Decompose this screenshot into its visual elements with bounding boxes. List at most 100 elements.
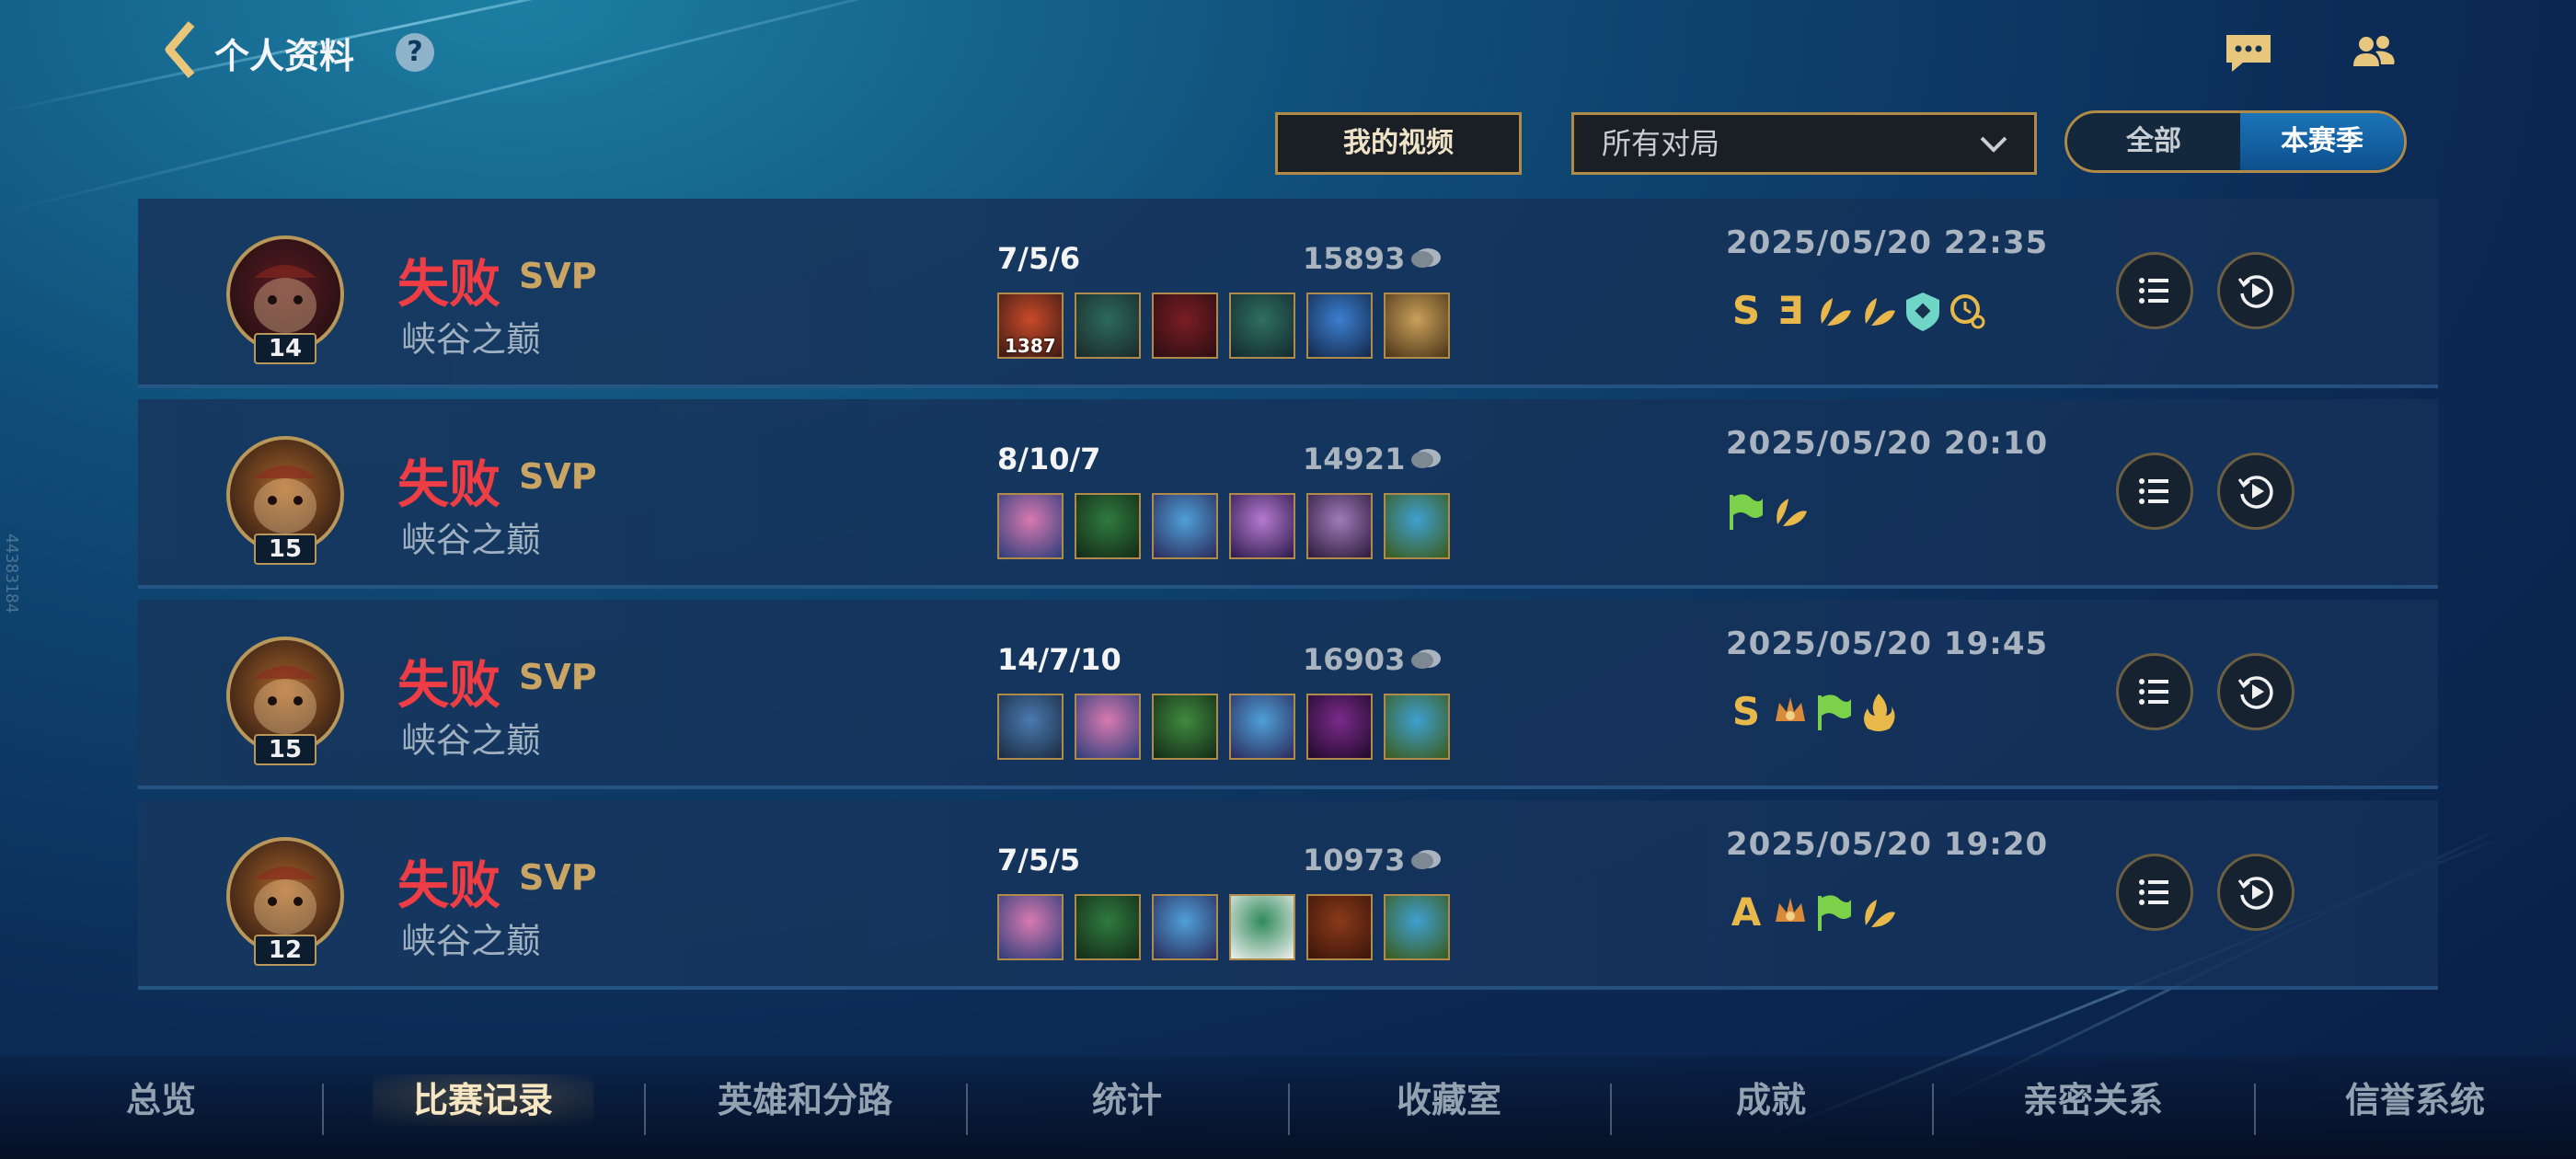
item-icon[interactable] bbox=[1229, 493, 1295, 559]
toggle-all-option[interactable]: 全部 bbox=[2067, 113, 2240, 170]
item-icon[interactable] bbox=[1229, 694, 1295, 760]
list-icon bbox=[2139, 879, 2168, 905]
replay-button[interactable] bbox=[2217, 252, 2294, 329]
match-time: 2025/05/20 19:20 bbox=[1726, 826, 2049, 863]
leaf-icon bbox=[1865, 298, 1895, 326]
champion-level: 15 bbox=[254, 534, 316, 565]
back-chevron-icon[interactable] bbox=[162, 20, 199, 79]
bottom-nav: 总览 比赛记录 英雄和分路 统计 收藏室 成就 亲密关系 信誉系统 bbox=[0, 1056, 2576, 1159]
svp-label: SVP bbox=[519, 657, 597, 697]
match-row[interactable]: 14 失败 SVP 峡谷之巅 7/5/6 15893 1387 2025/05/… bbox=[138, 199, 2438, 388]
match-result: 失败 bbox=[397, 656, 500, 716]
kda-text: 8/10/7 bbox=[997, 442, 1101, 476]
tab-stats[interactable]: 统计 bbox=[966, 1073, 1288, 1128]
game-mode: 峡谷之巅 bbox=[401, 319, 542, 360]
item-icon[interactable] bbox=[1152, 694, 1218, 760]
match-details-button[interactable] bbox=[2116, 653, 2193, 730]
item-icon[interactable] bbox=[1152, 293, 1218, 359]
clock-link-icon bbox=[1950, 294, 1985, 329]
item-icon[interactable] bbox=[1075, 894, 1141, 960]
shield-icon bbox=[1906, 293, 1939, 331]
item-icon[interactable] bbox=[1384, 293, 1450, 359]
match-result: 失败 bbox=[397, 856, 500, 916]
replay-icon bbox=[2237, 476, 2273, 509]
match-filter-value: 所有对局 bbox=[1602, 126, 1720, 161]
gold-coin-icon bbox=[1411, 649, 1441, 669]
match-details-button[interactable] bbox=[2116, 453, 2193, 530]
item-icon[interactable] bbox=[997, 694, 1064, 760]
item-icon[interactable] bbox=[1075, 493, 1141, 559]
chat-bubble-icon[interactable] bbox=[2223, 31, 2274, 75]
replay-button[interactable] bbox=[2217, 653, 2294, 730]
item-icon[interactable] bbox=[1075, 694, 1141, 760]
item-icon[interactable] bbox=[1152, 493, 1218, 559]
item-icon[interactable] bbox=[1152, 894, 1218, 960]
flag-icon bbox=[1730, 494, 1763, 530]
game-mode: 峡谷之巅 bbox=[401, 921, 542, 961]
match-result: 失败 bbox=[397, 255, 500, 315]
item-icon[interactable] bbox=[1229, 293, 1295, 359]
match-filter-dropdown[interactable]: 所有对局 bbox=[1571, 112, 2037, 175]
chevron-down-icon bbox=[1980, 136, 2007, 153]
friends-icon[interactable] bbox=[2348, 31, 2399, 75]
tab-collection[interactable]: 收藏室 bbox=[1288, 1073, 1610, 1128]
question-icon[interactable]: ? bbox=[396, 33, 434, 72]
tab-champions-lanes[interactable]: 英雄和分路 bbox=[644, 1073, 966, 1128]
item-icon[interactable] bbox=[1384, 694, 1450, 760]
page-title: 个人资料 bbox=[214, 36, 355, 76]
side-id-text: 44383184 bbox=[2, 534, 21, 614]
match-row[interactable]: 15 失败 SVP 峡谷之巅 14/7/10 16903 2025/05/20 … bbox=[138, 600, 2438, 789]
item-icon[interactable] bbox=[1075, 293, 1141, 359]
fire-icon bbox=[1864, 694, 1895, 731]
gold-amount: 14921 bbox=[1303, 442, 1406, 476]
champion-level: 12 bbox=[254, 935, 316, 966]
leaf-icon bbox=[1865, 900, 1895, 927]
gold-amount: 15893 bbox=[1303, 241, 1406, 276]
tab-overview[interactable]: 总览 bbox=[0, 1073, 322, 1128]
svp-label: SVP bbox=[519, 456, 597, 497]
match-time: 2025/05/20 20:10 bbox=[1726, 425, 2049, 462]
rating-badge: S bbox=[1731, 288, 1761, 333]
item-icon[interactable] bbox=[1306, 493, 1373, 559]
match-details-button[interactable] bbox=[2116, 252, 2193, 329]
crown-icon bbox=[1776, 697, 1805, 721]
flag-icon bbox=[1818, 895, 1851, 931]
replay-button[interactable] bbox=[2217, 854, 2294, 931]
season-toggle[interactable]: 全部 本赛季 bbox=[2064, 110, 2407, 173]
rating-badge: A bbox=[1731, 889, 1762, 935]
flag-icon bbox=[1818, 694, 1851, 730]
tab-relationships[interactable]: 亲密关系 bbox=[1932, 1073, 2254, 1128]
item-icon[interactable] bbox=[1229, 894, 1295, 960]
kda-text: 14/7/10 bbox=[997, 642, 1121, 677]
game-mode: 峡谷之巅 bbox=[401, 720, 542, 761]
list-icon bbox=[2139, 478, 2168, 504]
list-icon bbox=[2139, 278, 2168, 304]
replay-icon bbox=[2237, 676, 2273, 709]
game-mode: 峡谷之巅 bbox=[401, 520, 542, 560]
kda-text: 7/5/5 bbox=[997, 843, 1081, 878]
leaf-icon bbox=[1821, 298, 1851, 326]
leaf-icon bbox=[1777, 499, 1807, 526]
match-time: 2025/05/20 19:45 bbox=[1726, 625, 2049, 662]
item-icon[interactable] bbox=[997, 894, 1064, 960]
tab-match-history[interactable]: 比赛记录 bbox=[322, 1073, 644, 1128]
item-icon[interactable] bbox=[1384, 493, 1450, 559]
toggle-season-option[interactable]: 本赛季 bbox=[2240, 113, 2404, 170]
tab-honor-system[interactable]: 信誉系统 bbox=[2254, 1073, 2576, 1128]
rating-badge: S bbox=[1731, 689, 1761, 734]
tab-achievements[interactable]: 成就 bbox=[1610, 1073, 1932, 1128]
item-icon[interactable] bbox=[997, 493, 1064, 559]
match-time: 2025/05/20 22:35 bbox=[1726, 224, 2049, 261]
item-icon[interactable] bbox=[1306, 694, 1373, 760]
my-videos-button[interactable]: 我的视频 bbox=[1275, 112, 1522, 175]
replay-button[interactable] bbox=[2217, 453, 2294, 530]
item-icon[interactable] bbox=[1306, 894, 1373, 960]
item-icon[interactable]: 1387 bbox=[997, 293, 1064, 359]
item-icon[interactable] bbox=[1384, 894, 1450, 960]
match-row[interactable]: 15 失败 SVP 峡谷之巅 8/10/7 14921 2025/05/20 2… bbox=[138, 399, 2438, 589]
gold-amount: 10973 bbox=[1303, 843, 1406, 878]
match-result: 失败 bbox=[397, 455, 500, 515]
match-details-button[interactable] bbox=[2116, 854, 2193, 931]
item-icon[interactable] bbox=[1306, 293, 1373, 359]
match-row[interactable]: 12 失败 SVP 峡谷之巅 7/5/5 10973 2025/05/20 19… bbox=[138, 800, 2438, 990]
